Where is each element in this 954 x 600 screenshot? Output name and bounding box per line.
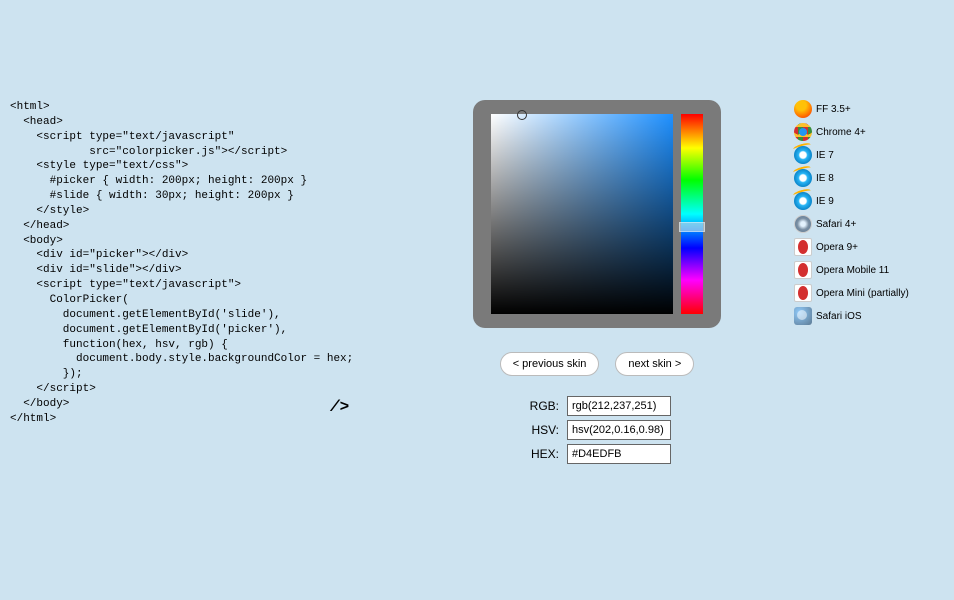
sv-picker-cursor[interactable] [517, 110, 527, 120]
hex-label: HEX: [523, 447, 567, 461]
ie-browser-icon [794, 146, 812, 164]
browser-item: IE 8 [794, 169, 944, 187]
browser-item: Opera Mobile 11 [794, 261, 944, 279]
browser-label: Chrome 4+ [816, 127, 866, 138]
hue-slider-cursor[interactable] [679, 222, 705, 232]
op-browser-icon [794, 284, 812, 302]
sf-browser-icon [794, 215, 812, 233]
next-skin-button[interactable]: next skin > [615, 352, 694, 376]
browser-label: Opera Mini (partially) [816, 288, 909, 299]
browser-label: IE 9 [816, 196, 834, 207]
browser-label: IE 8 [816, 173, 834, 184]
hue-slider[interactable] [681, 114, 703, 314]
browser-label: Safari 4+ [816, 219, 856, 230]
ie-browser-icon [794, 169, 812, 187]
hsv-row: HSV: [523, 420, 671, 440]
browser-label: IE 7 [816, 150, 834, 161]
saturation-value-picker[interactable] [491, 114, 673, 314]
op-browser-icon [794, 238, 812, 256]
hex-row: HEX: [523, 444, 671, 464]
hsv-input[interactable] [567, 420, 671, 440]
code-block: <html> <head> <script type="text/javascr… [10, 100, 400, 427]
op-browser-icon [794, 261, 812, 279]
browser-item: IE 7 [794, 146, 944, 164]
ch-browser-icon [794, 123, 812, 141]
browser-label: Opera Mobile 11 [816, 265, 889, 276]
picker-column: < previous skin next skin > RGB: HSV: HE… [400, 100, 794, 600]
browser-item: IE 9 [794, 192, 944, 210]
browser-item: Safari 4+ [794, 215, 944, 233]
browser-support-list: FF 3.5+ Chrome 4+ IE 7 IE 8 IE 9 Safari 4+ Ope… [794, 100, 954, 600]
sfios-browser-icon [794, 307, 812, 325]
browser-item: Safari iOS [794, 307, 944, 325]
previous-skin-button[interactable]: < previous skin [500, 352, 600, 376]
browser-item: Opera 9+ [794, 238, 944, 256]
hex-input[interactable] [567, 444, 671, 464]
browser-label: Safari iOS [816, 311, 862, 322]
skin-button-row: < previous skin next skin > [500, 352, 695, 376]
browser-item: Opera Mini (partially) [794, 284, 944, 302]
ff-browser-icon [794, 100, 812, 118]
browser-item: FF 3.5+ [794, 100, 944, 118]
color-values-table: RGB: HSV: HEX: [523, 396, 671, 468]
browser-label: Opera 9+ [816, 242, 858, 253]
code-example: <html> <head> <script type="text/javascr… [0, 100, 400, 600]
rgb-input[interactable] [567, 396, 671, 416]
rgb-row: RGB: [523, 396, 671, 416]
code-cursor: /> [330, 398, 349, 416]
color-picker-panel [473, 100, 721, 328]
hsv-label: HSV: [523, 423, 567, 437]
rgb-label: RGB: [523, 399, 567, 413]
browser-label: FF 3.5+ [816, 104, 851, 115]
browser-item: Chrome 4+ [794, 123, 944, 141]
ie-browser-icon [794, 192, 812, 210]
